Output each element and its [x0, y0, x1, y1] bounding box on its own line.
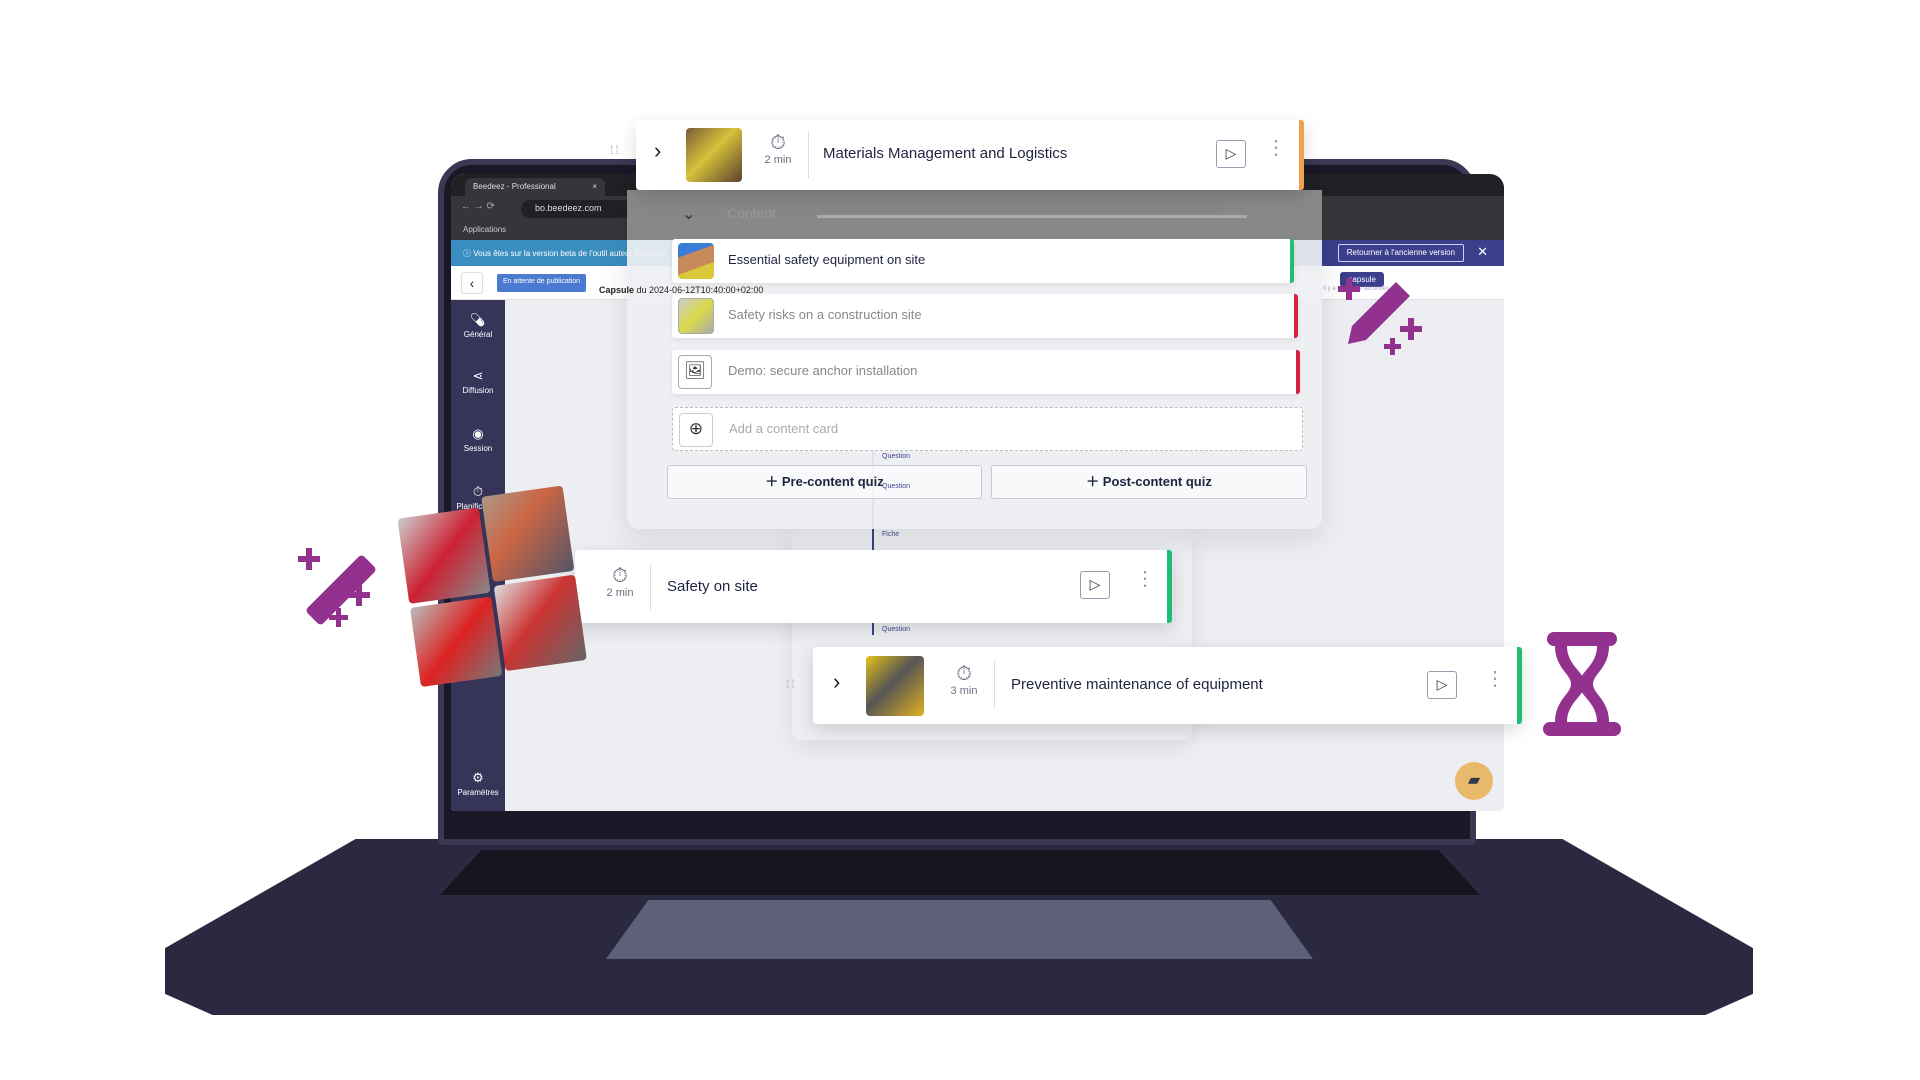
close-icon[interactable]: ✕: [1477, 244, 1488, 260]
chat-icon: ▰: [1467, 772, 1481, 789]
add-content-card[interactable]: ⊕ Add a content card: [672, 407, 1303, 451]
circle-icon: ◉: [472, 426, 484, 441]
duration: ⏱ 2 min: [758, 132, 798, 166]
more-options-icon[interactable]: ⋮: [1266, 138, 1286, 158]
divider: [994, 661, 995, 709]
chat-button[interactable]: ▰: [1455, 762, 1493, 800]
laptop-hinge: [440, 850, 1480, 895]
capsule-title: Capsule du 2024-06-12T10:40:00+02:00: [599, 285, 764, 295]
more-options-icon[interactable]: ⋮: [1135, 569, 1155, 589]
stopwatch-icon: ⏱: [956, 663, 972, 685]
chevron-right-icon[interactable]: ›: [833, 669, 840, 695]
magic-wand-icon: [298, 548, 376, 627]
collage-image: [397, 507, 491, 604]
plus-icon: ＋: [1086, 474, 1103, 489]
content-card[interactable]: Essential safety equipment on site: [672, 239, 1294, 283]
collage-image: [409, 596, 503, 688]
sidebar-item-settings[interactable]: ⚙ Paramètres: [451, 770, 505, 797]
sidebar-item-general[interactable]: 💊︎ Général: [451, 312, 505, 339]
trackpad: [606, 900, 1313, 959]
play-button[interactable]: ▷: [1216, 140, 1246, 168]
back-button[interactable]: ‹: [461, 272, 483, 294]
pill-icon: 💊︎: [469, 312, 487, 327]
more-options-icon[interactable]: ⋮: [1485, 669, 1505, 689]
module-card[interactable]: › ⏱ 2 min Materials Management and Logist…: [636, 120, 1304, 190]
stopwatch-icon: ⏱: [770, 132, 786, 154]
timeline-label: Question: [882, 453, 911, 460]
info-icon: ⓘ: [463, 249, 474, 258]
content-card[interactable]: Safety risks on a construction site: [672, 294, 1298, 338]
equipment-thumbnail: [866, 656, 924, 716]
content-header-label: Content: [727, 205, 777, 221]
worker-thumbnail: [678, 243, 714, 279]
timeline-label: Question: [882, 483, 911, 490]
timeline-label: Question: [882, 626, 911, 633]
drag-handle-icon[interactable]: ⁞⁞: [786, 678, 797, 690]
stopwatch-icon: ⏱: [612, 565, 628, 587]
content-card-title: Safety risks on a construction site: [728, 307, 922, 322]
divider: [808, 132, 809, 178]
divider: [650, 565, 651, 610]
pre-content-quiz-button[interactable]: ＋ Pre-content quiz: [667, 465, 982, 499]
chevron-right-icon[interactable]: ›: [654, 138, 661, 164]
drag-handle-icon[interactable]: ⁞⁞: [610, 144, 621, 156]
duration: ⏱ 3 min: [944, 663, 984, 697]
harness-thumbnail: [678, 298, 714, 334]
image-icon: 🖼︎: [678, 355, 712, 389]
close-tab-icon[interactable]: ×: [592, 182, 597, 191]
safety-image-collage: [396, 485, 592, 691]
add-card-label: Add a content card: [729, 421, 839, 436]
capsule-date: du 2024-06-12T10:40:00+02:00: [636, 285, 764, 295]
collage-image: [493, 574, 587, 672]
content-card[interactable]: 🖼︎ Demo: secure anchor installation: [672, 350, 1300, 394]
content-header: ⌄ Content: [627, 190, 1322, 240]
plus-circle-icon: ⊕: [679, 413, 713, 447]
chevron-down-icon[interactable]: ⌄: [682, 204, 695, 224]
content-card-title: Essential safety equipment on site: [728, 252, 926, 267]
old-version-button[interactable]: Retourner à l'ancienne version: [1337, 244, 1464, 262]
collage-image: [481, 485, 575, 583]
tab-title: Beedeez - Professional: [473, 182, 556, 191]
duration: ⏱ 2 min: [600, 565, 640, 599]
pencil-sparkle-icon: [1338, 278, 1422, 355]
nav-arrows-icon[interactable]: ← → ⟳: [461, 201, 495, 212]
play-button[interactable]: ▷: [1080, 571, 1110, 599]
timeline-label: Fiche: [882, 531, 900, 538]
sidebar-item-session[interactable]: ◉ Session: [451, 426, 505, 453]
status-badge: En attente de publication: [497, 274, 587, 292]
gear-icon: ⚙: [472, 770, 484, 785]
content-divider: [817, 215, 1247, 218]
browser-tab[interactable]: Beedeez - Professional ×: [465, 178, 605, 196]
sidebar-item-diffusion[interactable]: ⋖ Diffusion: [451, 368, 505, 395]
plus-icon: ＋: [765, 474, 782, 489]
play-button[interactable]: ▷: [1427, 671, 1457, 699]
hourglass-icon: [1543, 632, 1621, 736]
share-icon: ⋖: [472, 368, 484, 383]
module-title: Preventive maintenance of equipment: [1011, 676, 1263, 693]
content-card-title: Demo: secure anchor installation: [728, 363, 918, 378]
workers-thumbnail: [686, 128, 742, 182]
module-card[interactable]: ⏱ 2 min Safety on site ▷ ⋮: [575, 550, 1172, 623]
module-card[interactable]: › ⏱ 3 min Preventive maintenance of equip…: [813, 647, 1522, 724]
module-title: Materials Management and Logistics: [823, 145, 1068, 162]
module-title: Safety on site: [667, 578, 758, 595]
post-content-quiz-button[interactable]: ＋ Post-content quiz: [991, 465, 1307, 499]
